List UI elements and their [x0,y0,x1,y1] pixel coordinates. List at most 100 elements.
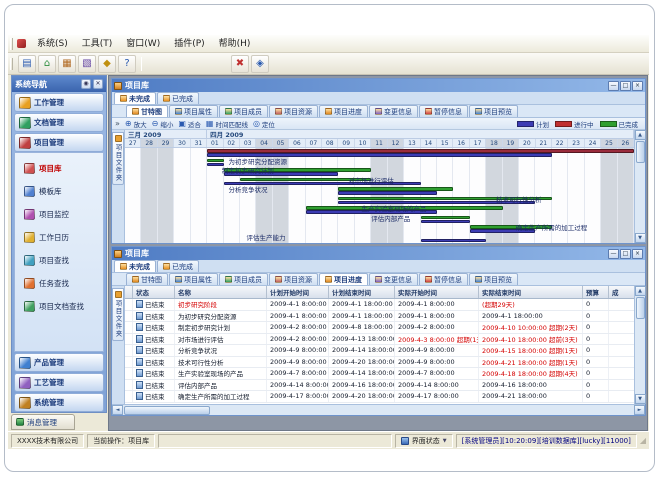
table-row[interactable]: 已结束对市场进行评估2009-4-2 8:00:002009-4-13 18:0… [125,334,634,346]
panel-button[interactable]: ▧ [78,55,96,73]
tab-project-resources[interactable]: 项目资源 [269,273,318,285]
gantt-bar-plan[interactable] [421,220,470,224]
table-row[interactable]: 已结束确定生产所需的加工过程2009-4-17 8:00:002009-4-20… [125,391,634,403]
home-button[interactable]: ⌂ [38,55,56,73]
tab-project-preview[interactable]: 项目预览 [469,273,518,285]
scroll-up-icon[interactable]: ▲ [635,286,646,296]
scroll-thumb[interactable] [636,297,645,319]
sidebar-item-project-library[interactable]: 项目库 [15,157,103,180]
tab-change-info[interactable]: 变更信息 [369,273,418,285]
sidebar-group-process[interactable]: 工艺管理 [14,373,104,392]
gantt-bar-actual[interactable] [207,159,223,163]
column-header-budget[interactable]: 预算 [583,286,609,298]
menu-item-4[interactable]: 帮助(H) [212,35,258,53]
tab-project-members[interactable]: 项目成员 [219,273,268,285]
sidebar-group-work[interactable]: 工作管理 [14,93,104,112]
gantt-bar-actual[interactable] [207,149,634,153]
tab-project-folders[interactable]: 项目文件夹 [112,132,124,185]
table-row[interactable]: 已结束制定初步研究计划2009-4-2 8:00:002009-4-8 18:0… [125,322,634,334]
gantt-bar-actual[interactable] [338,187,453,191]
table-row[interactable]: 已结束技术可行性分析2009-4-9 8:00:002009-4-20 18:0… [125,357,634,369]
column-header-plan_end[interactable]: 计划结束时间 [329,286,395,298]
minimize-button[interactable]: — [608,249,619,259]
vertical-scrollbar[interactable]: ▲ ▼ [634,130,645,243]
locate-button[interactable]: ◎定位 [253,119,275,129]
tab-project-preview[interactable]: 项目预览 [469,105,518,117]
minimize-button[interactable]: — [608,81,619,91]
save-button[interactable]: ▤ [18,55,36,73]
logout-button[interactable]: ✖ [231,55,249,73]
scroll-left-icon[interactable]: ◄ [112,405,123,415]
tab-project-progress[interactable]: 项目进度 [319,273,368,285]
tab-gantt-chart[interactable]: 甘特图 [126,273,168,285]
sidebar-group-project[interactable]: 项目管理 [14,133,104,152]
tab-unfinished[interactable]: 未完成 [114,92,156,104]
close-icon[interactable]: ✕ [93,79,103,89]
window-titlebar[interactable]: 项目库 —□× [112,247,645,260]
maximize-button[interactable]: □ [620,81,631,91]
tab-project-attributes[interactable]: 项目属性 [169,273,218,285]
maximize-button[interactable]: □ [620,249,631,259]
tab-message-management[interactable]: 消息管理 [11,414,75,430]
table-row[interactable]: 已结束生产实验室现场的产品2009-4-7 8:00:002009-4-14 1… [125,368,634,380]
zoom-out-button[interactable]: ⊖缩小 [152,119,174,129]
vertical-scrollbar[interactable]: ▲ ▼ [634,286,645,404]
sidebar-item-template-library[interactable]: 模板库 [15,180,103,203]
gantt-bar-plan[interactable] [421,239,487,243]
tab-project-members[interactable]: 项目成员 [219,105,268,117]
tab-project-progress[interactable]: 项目进度 [319,105,368,117]
close-button[interactable]: × [632,81,643,91]
tab-change-info[interactable]: 变更信息 [369,105,418,117]
tab-project-folders[interactable]: 项目文件夹 [112,288,124,341]
tab-gantt-chart[interactable]: 甘特图 [126,105,168,117]
column-header-name[interactable]: 名称 [175,286,267,298]
table-row[interactable]: 已结束初步研究阶段2009-4-1 8:00:002009-4-1 18:00:… [125,299,634,311]
fit-button[interactable]: ▣适合 [178,119,201,129]
tab-pause-info[interactable]: 暂停信息 [419,273,468,285]
sidebar-item-task-search[interactable]: 任务查找 [15,272,103,295]
menu-item-1[interactable]: 工具(T) [75,35,120,53]
menu-item-3[interactable]: 插件(P) [167,35,211,53]
sidebar-group-document[interactable]: 文档管理 [14,113,104,132]
tab-finished[interactable]: 已完成 [157,92,199,104]
scroll-thumb[interactable] [124,406,210,415]
status-view-state[interactable]: 界面状态 ▼ [395,434,453,448]
resize-grip-icon[interactable]: ◢ [640,437,646,445]
tab-project-attributes[interactable]: 项目属性 [169,105,218,117]
menu-item-2[interactable]: 窗口(W) [119,35,167,53]
tab-unfinished[interactable]: 未完成 [114,260,156,272]
close-button[interactable]: × [632,249,643,259]
gantt-bar-plan[interactable] [207,153,552,157]
sidebar-item-work-calendar[interactable]: 工作日历 [15,226,103,249]
sidebar-header[interactable]: 系统导航 ◉ ✕ [12,76,106,92]
scroll-up-icon[interactable]: ▲ [635,130,646,140]
window-button[interactable]: ▦ [58,55,76,73]
column-header-act_start[interactable]: 实际开始时间 [395,286,479,298]
column-header-cost[interactable]: 成 [609,286,635,298]
scroll-thumb[interactable] [636,141,645,163]
horizontal-scrollbar[interactable]: ◄ ► [112,404,645,415]
menu-item-0[interactable]: 系统(S) [30,35,75,53]
time-match-button[interactable]: ▦时间匹配线 [206,119,248,129]
column-header-status[interactable]: 状态 [133,286,175,298]
zoom-in-button[interactable]: ⊕放大 [125,119,147,129]
table-row[interactable]: 已结束评估内部产品2009-4-14 8:00:002009-4-16 18:0… [125,380,634,392]
scroll-down-icon[interactable]: ▼ [635,233,646,243]
chevron-down-icon[interactable]: ▼ [443,438,447,444]
table-row[interactable]: 已结束为初步研究分配资源2009-4-1 8:00:002009-4-1 18:… [125,311,634,323]
overflow-chevron-icon[interactable]: » [115,119,120,128]
table-row[interactable]: 已结束分析竞争状况2009-4-9 8:00:002009-4-14 18:00… [125,345,634,357]
column-header-act_end[interactable]: 实际结束时间 [479,286,583,298]
column-header-plan_start[interactable]: 计划开始时间 [267,286,329,298]
window-titlebar[interactable]: 项目库 —□× [112,79,645,92]
about-button[interactable]: ◈ [251,55,269,73]
sidebar-item-project-search[interactable]: 项目查找 [15,249,103,272]
tab-finished[interactable]: 已完成 [157,260,199,272]
help-button[interactable]: ? [118,55,136,73]
pin-icon[interactable]: ◉ [81,79,91,89]
lock-button[interactable]: ◆ [98,55,116,73]
scroll-right-icon[interactable]: ► [634,405,645,415]
sidebar-item-project-doc-search[interactable]: 项目文档查找 [15,295,103,318]
sidebar-item-project-monitor[interactable]: 项目监控 [15,203,103,226]
gantt-bar-plan[interactable] [207,163,223,167]
